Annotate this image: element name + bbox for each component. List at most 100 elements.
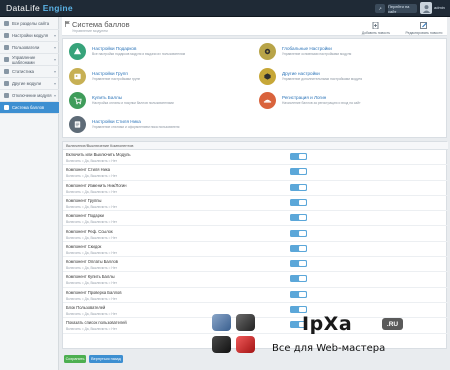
users-icon bbox=[69, 68, 86, 85]
list-item: Включить или Выключить Модуль Включить = … bbox=[63, 150, 448, 166]
row-hint: Включить = Да, Выключить = Нет bbox=[66, 281, 117, 286]
user-name[interactable]: admin bbox=[434, 5, 445, 10]
list-item: Компонент Стиля Ника Включить = Да, Выклю… bbox=[63, 165, 448, 181]
row-hint: Включить = Да, Выключить = Нет bbox=[66, 174, 117, 179]
sidebar-item-points-system[interactable]: Система баллов bbox=[0, 102, 59, 114]
sidebar-item-other-modules[interactable]: Другие модули ▾ bbox=[0, 78, 59, 90]
view-site-button[interactable]: ↗ bbox=[375, 4, 385, 13]
row-hint: Включить = Да, Выключить = Нет bbox=[66, 159, 117, 163]
row-hint: Включить = Да, Выключить = Нет bbox=[66, 189, 117, 194]
row-hint: Включить = Да, Выключить = Нет bbox=[66, 250, 117, 255]
logo-prefix: DataLife bbox=[6, 3, 41, 13]
list-item: Компонент Оплаты Баллов Включить = Да, Вы… bbox=[63, 257, 448, 273]
chevron-down-icon: ▾ bbox=[53, 57, 56, 62]
tile-description: Управление настройками групп bbox=[92, 77, 141, 81]
list-item: Компонент Группы Включить = Да, Выключить… bbox=[63, 196, 448, 212]
back-button[interactable]: Вернуться назад bbox=[89, 355, 123, 363]
component-toggle[interactable] bbox=[290, 214, 307, 222]
tile-gift-settings[interactable]: Настройки Подарков Все настройки подарко… bbox=[69, 42, 254, 64]
sidebar-item-all-sections[interactable]: Все разделы сайта bbox=[0, 18, 59, 30]
tile-title: Регистрация и Логин bbox=[282, 95, 327, 100]
save-button[interactable]: Сохранить bbox=[64, 355, 86, 363]
component-toggle[interactable] bbox=[290, 183, 307, 191]
list-item: Компонент Реф. Ссылок Включить = Да, Выкл… bbox=[63, 227, 448, 242]
avatar[interactable] bbox=[420, 2, 432, 14]
chevron-down-icon: ▾ bbox=[53, 33, 56, 38]
toggle-knob bbox=[299, 169, 306, 175]
component-toggle[interactable] bbox=[290, 244, 307, 252]
view-site-icon: ↗ bbox=[378, 6, 382, 11]
puzzle-icon bbox=[259, 68, 276, 85]
toggle-knob bbox=[299, 230, 306, 236]
watermark-cube-blue bbox=[212, 314, 231, 331]
watermark-brand: IpXa bbox=[302, 313, 353, 335]
component-toggle[interactable] bbox=[290, 260, 307, 268]
tile-nick-style[interactable]: Настройки Стиля Ника Управление стилями … bbox=[69, 115, 254, 137]
logo-suffix: Engine bbox=[42, 3, 73, 13]
list-item: Компонент Изменить Ник/Логин Включить = Д… bbox=[63, 181, 448, 196]
row-label: Компонент Группы bbox=[66, 197, 102, 203]
toggle-knob bbox=[299, 184, 306, 190]
row-label: Компонент Изменить Ник/Логин bbox=[66, 182, 127, 188]
row-label: Показать список пользователей bbox=[66, 320, 127, 326]
component-toggle[interactable] bbox=[290, 290, 307, 298]
sidebar-item-label: Все разделы сайта bbox=[12, 21, 50, 26]
row-hint: Включить = Да, Выключить = Нет bbox=[66, 220, 117, 225]
toggle-knob bbox=[299, 261, 306, 267]
tile-title: Купить Баллы bbox=[92, 95, 123, 100]
row-label: Компонент Купить Баллы bbox=[66, 274, 115, 280]
tile-buy-points[interactable]: Купить Баллы Настройка оплаты и покупки … bbox=[69, 91, 254, 113]
row-label: Компонент Реф. Ссылок bbox=[66, 228, 113, 234]
tile-description: Управление основными настройками модуля bbox=[282, 52, 352, 56]
tile-group-settings[interactable]: Настройки Групп Управление настройками г… bbox=[69, 67, 254, 89]
app-logo[interactable]: DataLife Engine bbox=[6, 3, 73, 13]
page-header: Система баллов Управление модулем Добави… bbox=[62, 17, 447, 36]
toggle-knob bbox=[299, 291, 306, 297]
row-label: Компонент Подарки bbox=[66, 213, 104, 219]
component-toggle[interactable] bbox=[290, 275, 307, 283]
tile-title: Настройки Подарков bbox=[92, 46, 137, 51]
power-icon bbox=[4, 93, 9, 98]
tile-description: Управление дополнительными настройками м… bbox=[282, 77, 363, 81]
puzzle-icon bbox=[4, 81, 9, 86]
go-to-site-button[interactable]: Перейти на сайт bbox=[388, 4, 417, 14]
row-hint: Включить = Да, Выключить = Нет bbox=[66, 266, 117, 271]
tile-other-settings[interactable]: Другие настройки Управление дополнительн… bbox=[259, 67, 444, 89]
toggle-knob bbox=[299, 154, 306, 159]
watermark-tld: .RU bbox=[382, 318, 403, 330]
edit-news-label: Редактировать новости bbox=[405, 31, 443, 35]
watermark-cube-black bbox=[212, 336, 231, 353]
sidebar-item-label: Отключение модуля bbox=[12, 93, 52, 98]
tile-title: Настройки Групп bbox=[92, 71, 128, 76]
component-toggle[interactable] bbox=[290, 198, 307, 206]
toggle-knob bbox=[299, 199, 306, 205]
sidebar-item-disable-module[interactable]: Отключение модуля ▾ bbox=[0, 90, 59, 102]
component-toggle[interactable] bbox=[290, 168, 307, 176]
component-toggle[interactable] bbox=[290, 306, 307, 313]
tile-global-settings[interactable]: Глобальные Настройки Управление основным… bbox=[259, 42, 444, 64]
row-label: Компонент Стиля Ника bbox=[66, 167, 111, 173]
row-hint: Включить = Да, Выключить = Нет bbox=[66, 312, 117, 316]
users-icon bbox=[4, 45, 9, 50]
toggle-knob bbox=[299, 215, 306, 221]
edit-news-button[interactable]: Редактировать новости bbox=[402, 19, 446, 35]
sidebar-item-templates[interactable]: Управление шаблонами ▾ bbox=[0, 54, 59, 66]
sidebar-item-label: Статистика bbox=[12, 69, 34, 74]
sidebar-item-statistics[interactable]: Статистика ▾ bbox=[0, 66, 59, 78]
tile-registration-login[interactable]: Регистрация и Логин Начисление баллов за… bbox=[259, 91, 444, 113]
tile-description: Начисление баллов за регистрацию и вход … bbox=[282, 101, 361, 105]
gift-icon bbox=[69, 43, 86, 60]
gear-icon bbox=[4, 33, 9, 38]
row-label: Компонент Оплаты Баллов bbox=[66, 259, 118, 265]
user-icon bbox=[422, 4, 430, 13]
sidebar-item-users[interactable]: Пользователи ▾ bbox=[0, 42, 59, 54]
list-item: Компонент Скидок Включить = Да, Выключить… bbox=[63, 242, 448, 258]
component-toggle[interactable] bbox=[290, 153, 307, 160]
add-news-button[interactable]: Добавить новость bbox=[356, 19, 396, 35]
sidebar-item-label: Система баллов bbox=[12, 105, 45, 110]
sidebar-item-module-settings[interactable]: Настройки модуля ▾ bbox=[0, 30, 59, 42]
sidebar-item-label: Управление шаблонами bbox=[12, 54, 36, 65]
settings-tiles-panel: Настройки Подарков Все настройки подарко… bbox=[62, 38, 447, 138]
component-toggle[interactable] bbox=[290, 229, 307, 237]
tile-title: Настройки Стиля Ника bbox=[92, 119, 141, 124]
